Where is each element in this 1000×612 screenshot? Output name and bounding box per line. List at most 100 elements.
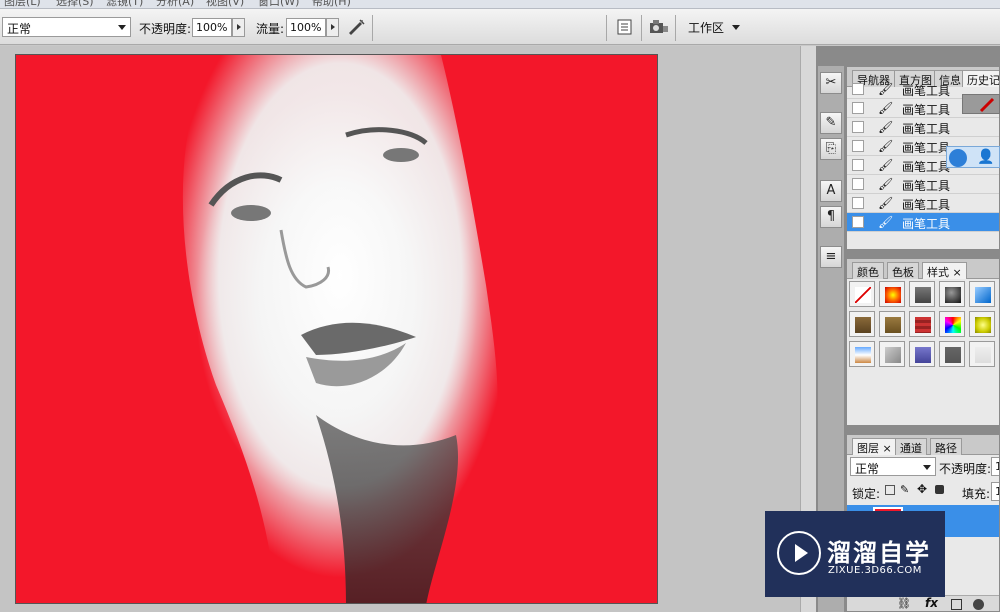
image-canvas[interactable] [15,54,658,604]
layer-opacity-field[interactable]: 1 [991,457,999,476]
style-swatch-yellow-gold[interactable] [969,311,995,337]
adjustment-layer-icon[interactable] [973,599,984,610]
chevron-down-icon [731,25,740,30]
paragraph-icon[interactable]: ¶ [820,206,842,228]
style-swatch-blue-glass[interactable] [969,281,995,307]
style-swatch-dark-gray[interactable] [939,341,965,367]
flow-label: 流量: [256,22,285,36]
snapshot-checkbox[interactable] [852,178,864,190]
snapshot-checkbox[interactable] [852,140,864,152]
layers-panel-footer: ⛓ fx [847,595,999,611]
snapshot-checkbox[interactable] [852,197,864,209]
style-swatch-sky-gradient[interactable] [849,341,875,367]
menu-analysis[interactable]: 分析(A) [156,0,194,8]
layer-blend-mode-select[interactable]: 正常 [850,457,936,476]
lock-transparent-icon[interactable] [885,485,895,495]
layer-opacity-label: 不透明度: [939,462,992,476]
link-layers-icon[interactable]: ⛓ [897,597,911,610]
lock-position-icon[interactable]: ✥ [917,482,927,496]
style-swatch-gray-bevel[interactable] [909,281,935,307]
watermark-title: 溜溜自学 [827,539,931,567]
style-swatch-bronze[interactable] [849,311,875,337]
toolbar-divider [675,15,676,41]
brush-icon: 🖌 [878,101,894,115]
play-logo-icon [777,531,821,575]
brushes-icon[interactable]: ✎ [820,112,842,134]
action-icons[interactable]: 👤 [946,146,1000,168]
history-item[interactable]: 🖌 画笔工具 [847,118,999,137]
flow-value: 100% [290,21,322,34]
style-swatch-sparkle[interactable] [879,341,905,367]
flow-slider-button[interactable] [326,18,339,37]
menu-bar: 图层(L) 选择(S) 滤镜(T) 分析(A) 视图(V) 窗口(W) 帮助(H… [0,0,1000,9]
watermark-url: ZIXUE.3D66.COM [828,565,922,576]
layers-panel-tabs: 图层 × 通道 路径 [847,435,999,455]
history-item[interactable]: 🖌 画笔工具 [847,175,999,194]
opacity-value: 100% [196,21,228,34]
style-swatch-brown-texture[interactable] [879,311,905,337]
tab-color[interactable]: 颜色 [852,262,884,279]
brush-icon: 🖌 [878,120,894,134]
history-item-active[interactable]: 🖌 画笔工具 [847,213,999,232]
close-icon[interactable]: × [953,266,962,279]
opacity-field[interactable]: 100% [192,18,232,37]
style-swatch-red-stripes[interactable] [909,311,935,337]
fill-label: 填充: [962,487,991,501]
close-icon[interactable]: × [883,442,892,455]
lock-pixels-icon[interactable]: ✎ [900,483,909,496]
tab-channels[interactable]: 通道 [895,438,927,455]
play-icon[interactable] [949,149,967,167]
workspace-menu[interactable]: 工作区 [688,19,740,36]
tools-icon[interactable]: ✂ [820,72,842,94]
opacity-slider-button[interactable] [232,18,245,37]
style-swatch-dark-chrome[interactable] [939,281,965,307]
opacity-label: 不透明度: [139,22,192,36]
toolbar-divider [641,15,642,41]
snapshot-checkbox[interactable] [852,159,864,171]
chevron-down-icon [118,25,126,30]
style-swatch-rainbow[interactable] [939,311,965,337]
tab-styles[interactable]: 样式 × [922,262,967,279]
snapshot-checkbox[interactable] [852,121,864,133]
tab-layers[interactable]: 图层 × [852,438,897,455]
styles-panel: 颜色 色板 样式 × [846,258,1000,426]
style-swatch-no-style[interactable] [849,281,875,307]
tab-swatches[interactable]: 色板 [887,262,919,279]
blend-mode-select[interactable]: 正常 [2,17,131,37]
brush-icon: 🖌 [878,177,894,191]
airbrush-icon[interactable] [346,18,366,36]
style-swatch-purple-bevel[interactable] [909,341,935,367]
bridge-icon[interactable] [648,18,668,36]
toolbar-divider [606,15,607,41]
notes-icon[interactable]: ≡ [820,246,842,268]
menu-view[interactable]: 视图(V) [206,0,244,8]
menu-help[interactable]: 帮助(H) [312,0,351,8]
layer-fill-field[interactable]: 1 [991,482,999,501]
menu-layer[interactable]: 图层(L) [4,0,41,8]
flow-field[interactable]: 100% [286,18,326,37]
watermark: 溜溜自学 ZIXUE.3D66.COM [765,511,945,597]
menu-filter[interactable]: 滤镜(T) [106,0,143,8]
fx-icon[interactable]: fx [925,596,938,610]
workspace-label: 工作区 [688,21,725,35]
character-icon[interactable]: A [820,180,842,202]
menu-window[interactable]: 窗口(W) [258,0,299,8]
snapshot-checkbox[interactable] [852,102,864,114]
history-item[interactable]: 🖌 画笔工具 [847,194,999,213]
palette-well-icon[interactable] [615,18,635,36]
style-swatch-light-gray[interactable] [969,341,995,367]
style-swatch-orange-glow[interactable] [879,281,905,307]
snapshot-checkbox[interactable] [852,83,864,95]
styles-panel-tabs: 颜色 色板 样式 × [847,259,999,279]
brush-icon: 🖌 [878,139,894,153]
clone-source-icon[interactable]: ⎘ [820,138,842,160]
snapshot-checkbox[interactable] [852,216,864,228]
add-mask-icon[interactable] [951,599,962,610]
tab-paths[interactable]: 路径 [930,438,962,455]
user-icon[interactable]: 👤 [977,149,994,165]
brush-preset-icon[interactable] [962,94,1000,114]
lock-all-icon[interactable] [935,485,944,494]
lock-label: 锁定: [852,487,881,501]
options-bar: 正常 不透明度: 100% 流量: 100% 工作区 [0,9,1000,45]
menu-select[interactable]: 选择(S) [56,0,94,8]
